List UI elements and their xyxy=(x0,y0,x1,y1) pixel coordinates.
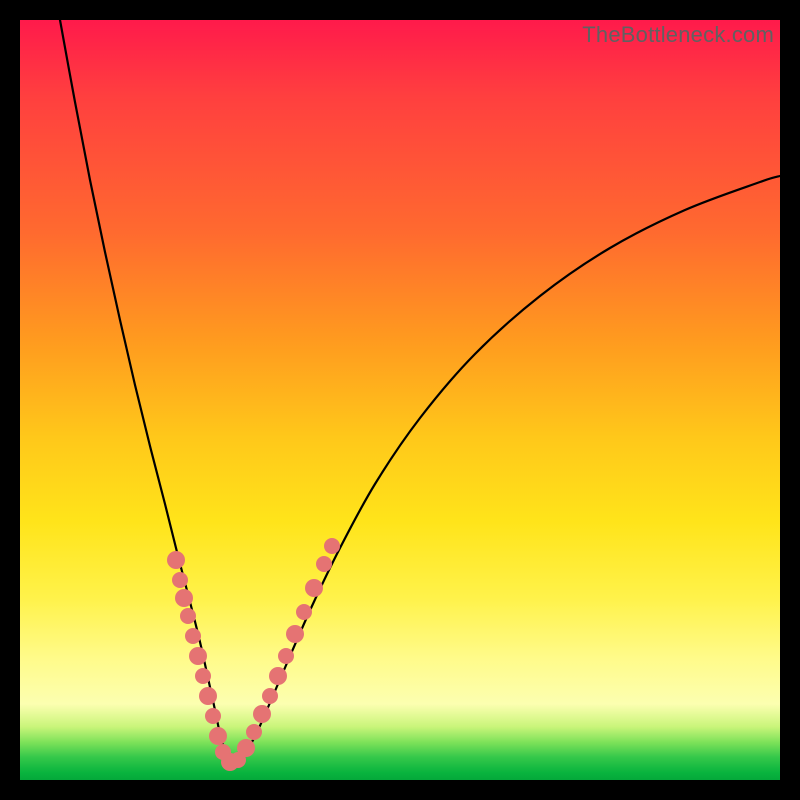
v-curve-line xyxy=(60,20,780,762)
bead xyxy=(205,708,221,724)
bead xyxy=(253,705,271,723)
bead-cluster xyxy=(167,538,340,771)
bead xyxy=(185,628,201,644)
bead xyxy=(175,589,193,607)
bead xyxy=(167,551,185,569)
bead xyxy=(209,727,227,745)
bead xyxy=(286,625,304,643)
bead xyxy=(172,572,188,588)
bead xyxy=(246,724,262,740)
bead xyxy=(189,647,207,665)
bead xyxy=(324,538,340,554)
chart-frame: TheBottleneck.com xyxy=(20,20,780,780)
bead xyxy=(316,556,332,572)
bottleneck-curve-svg xyxy=(20,20,780,780)
bead xyxy=(262,688,278,704)
bead xyxy=(195,668,211,684)
bead xyxy=(278,648,294,664)
bead xyxy=(237,739,255,757)
bead xyxy=(305,579,323,597)
bead xyxy=(199,687,217,705)
bead xyxy=(180,608,196,624)
bead xyxy=(296,604,312,620)
bead xyxy=(269,667,287,685)
